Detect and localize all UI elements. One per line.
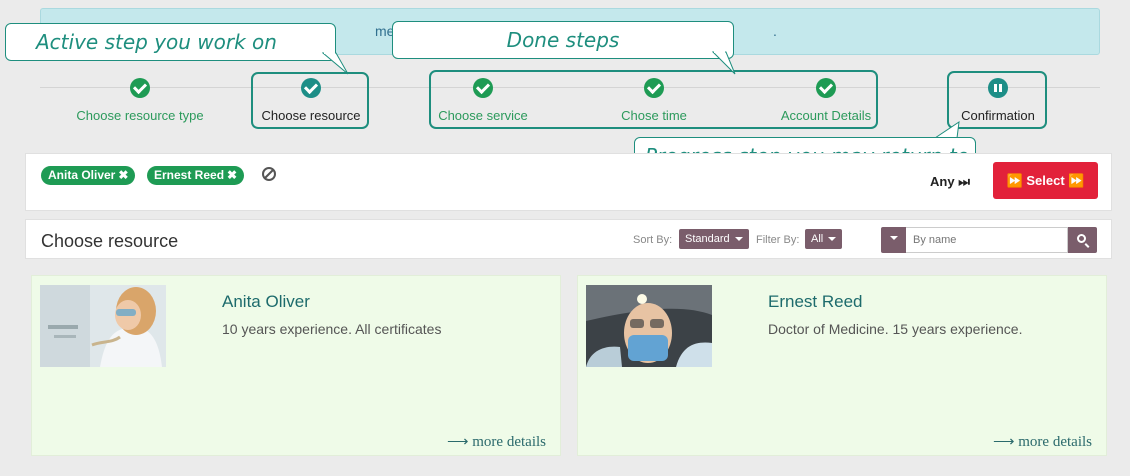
resource-name[interactable]: Anita Oliver — [222, 292, 310, 312]
more-details-label: more details — [1018, 434, 1092, 450]
check-icon — [130, 78, 150, 98]
sort-value: Standard — [685, 233, 730, 245]
more-details-link[interactable]: ⟶ more details — [993, 432, 1092, 451]
filter-tag[interactable]: Ernest Reed ✖ — [147, 166, 245, 185]
remove-icon[interactable]: ✖ — [118, 168, 128, 182]
callout-pointer — [322, 52, 349, 75]
callout-done-steps: Done steps — [392, 21, 734, 59]
search-icon — [1077, 234, 1086, 243]
resource-photo — [586, 285, 712, 367]
resource-photo — [40, 285, 166, 367]
fast-forward-end-icon: ⏭ — [958, 174, 970, 189]
resource-description: 10 years experience. All certificates — [222, 321, 442, 337]
any-option[interactable]: Any ⏭ — [930, 174, 970, 190]
filter-value: All — [811, 233, 824, 245]
tag-label: Anita Oliver — [48, 168, 116, 182]
active-step-highlight — [251, 72, 369, 129]
caret-down-icon — [828, 237, 837, 242]
search-options-button[interactable] — [881, 227, 906, 253]
callout-active-step: Active step you work on — [5, 23, 336, 61]
callout-text: Done steps — [506, 28, 620, 52]
remove-icon[interactable]: ✖ — [227, 168, 237, 182]
page-title: Choose resource — [41, 231, 179, 251]
select-label: Select — [1026, 173, 1065, 188]
select-button[interactable]: ⏩ Select ⏩ — [993, 162, 1098, 199]
filter-dropdown[interactable]: All — [805, 229, 843, 249]
resource-card[interactable]: Ernest Reed Doctor of Medicine. 15 years… — [577, 275, 1107, 456]
arrow-right-icon: ⟶ — [993, 434, 1015, 450]
filter-label: Filter By: — [756, 234, 800, 246]
more-details-link[interactable]: ⟶ more details — [447, 432, 546, 451]
arrow-right-icon: ⟶ — [447, 434, 469, 450]
any-label: Any — [930, 174, 955, 189]
resource-name[interactable]: Ernest Reed — [768, 292, 863, 312]
fast-forward-icon: ⏩ — [1006, 173, 1023, 188]
step-label: Choose resource type — [76, 108, 204, 123]
resource-card[interactable]: Anita Oliver 10 years experience. All ce… — [31, 275, 561, 456]
notice-text-end: . — [773, 23, 777, 39]
fast-forward-icon: ⏩ — [1068, 173, 1085, 188]
sort-label: Sort By: — [633, 234, 673, 246]
resource-description: Doctor of Medicine. 15 years experience. — [768, 321, 1023, 337]
clear-filters-icon[interactable] — [262, 167, 276, 181]
search-button[interactable] — [1068, 227, 1097, 253]
callout-pointer — [712, 51, 736, 75]
step-choose-resource-type[interactable]: Choose resource type — [55, 78, 225, 123]
search-input[interactable] — [906, 227, 1068, 253]
more-details-label: more details — [472, 434, 546, 450]
tag-label: Ernest Reed — [154, 168, 225, 182]
filter-tag[interactable]: Anita Oliver ✖ — [41, 166, 136, 185]
done-steps-highlight — [429, 70, 878, 129]
caret-down-icon — [889, 235, 898, 240]
caret-down-icon — [734, 237, 743, 242]
sort-dropdown[interactable]: Standard — [679, 229, 749, 249]
callout-text: Active step you work on — [36, 30, 277, 54]
